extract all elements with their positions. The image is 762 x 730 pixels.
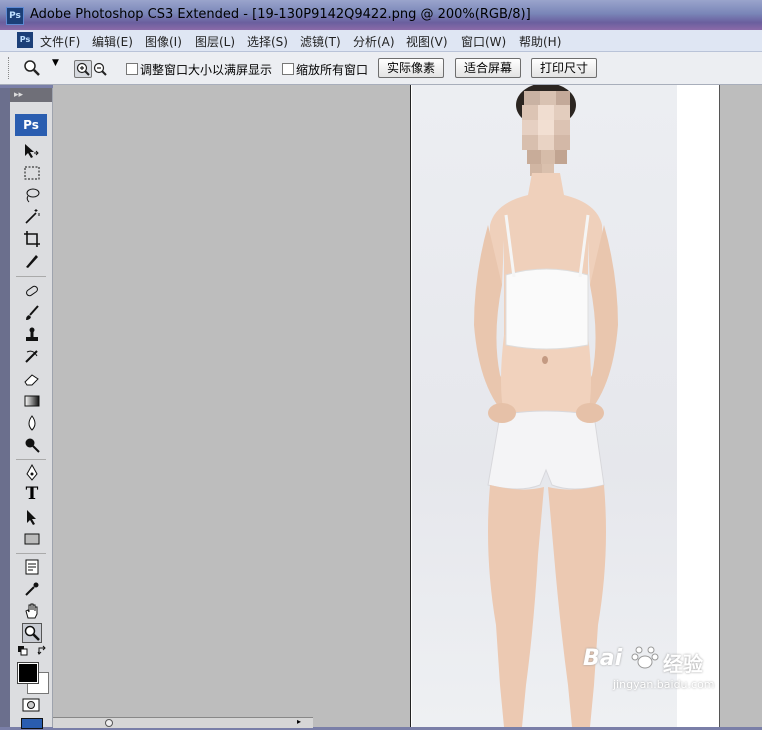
path-selection-tool-icon[interactable] [23, 508, 41, 526]
dodge-tool-icon[interactable] [23, 436, 41, 454]
history-brush-tool-icon[interactable] [23, 348, 41, 366]
menu-layer[interactable]: 图层(L) [195, 33, 235, 50]
document-canvas[interactable] [410, 83, 720, 727]
document-workspace[interactable] [53, 83, 762, 727]
paw-logo-icon [631, 646, 659, 669]
baidu-jingyan-watermark: Bai 经验 jingyan.baidu.com [583, 640, 723, 691]
watermark-brand-cn: 经验 [663, 652, 703, 676]
clone-stamp-tool-icon[interactable] [23, 326, 41, 344]
swap-colors-icon[interactable] [37, 645, 48, 656]
menu-filter[interactable]: 滤镜(T) [300, 33, 341, 50]
canvas-image [412, 83, 677, 727]
hand-tool-icon[interactable] [23, 602, 41, 620]
toolbox-divider [16, 276, 46, 277]
title-bar: Ps Adobe Photoshop CS3 Extended - [19-13… [0, 0, 762, 30]
default-colors-icon[interactable] [18, 646, 28, 656]
menu-view[interactable]: 视图(V) [406, 33, 448, 50]
screen-mode-icon[interactable] [21, 718, 43, 729]
watermark-brand: Bai [583, 646, 623, 671]
menu-bar: Ps 文件(F) 编辑(E) 图像(I) 图层(L) 选择(S) 滤镜(T) 分… [0, 30, 762, 52]
document-menu-icon[interactable]: Ps [17, 32, 33, 48]
resize-windows-label: 调整窗口大小以满屏显示 [140, 63, 273, 77]
resize-windows-checkbox[interactable] [126, 63, 138, 75]
status-arrow-icon[interactable]: ▸ [297, 717, 301, 726]
menu-image[interactable]: 图像(I) [145, 33, 182, 50]
type-tool-icon[interactable]: T [23, 485, 41, 503]
photoshop-badge[interactable]: Ps [15, 114, 47, 136]
pixelated-face [522, 91, 570, 176]
toolbox-panel: ▸▸ Ps T [10, 88, 53, 729]
crop-tool-icon[interactable] [23, 230, 41, 248]
notes-tool-icon[interactable] [23, 558, 41, 576]
zoom-all-windows-label: 缩放所有窗口 [296, 63, 369, 77]
blur-tool-icon[interactable] [23, 414, 41, 432]
marquee-tool-icon[interactable] [23, 164, 41, 182]
window-title: Adobe Photoshop CS3 Extended - [19-130P9… [30, 7, 531, 22]
eraser-tool-icon[interactable] [23, 370, 41, 388]
zoom-all-windows-checkbox[interactable] [282, 63, 294, 75]
menu-select[interactable]: 选择(S) [247, 33, 288, 50]
photoshop-app-icon: Ps [6, 7, 24, 25]
gradient-tool-icon[interactable] [23, 392, 41, 410]
actual-pixels-button[interactable]: 实际像素 [378, 58, 445, 78]
eyedropper-tool-icon[interactable] [23, 580, 41, 598]
status-bar: ▸ [53, 717, 313, 728]
print-size-button[interactable]: 打印尺寸 [531, 58, 598, 78]
window-left-edge [0, 88, 10, 727]
body-photo-illustration [474, 83, 618, 727]
fit-screen-button[interactable]: 适合屏幕 [455, 58, 522, 78]
pen-tool-icon[interactable] [23, 464, 41, 482]
zoom-tool-preset-icon[interactable] [22, 58, 42, 78]
menu-window[interactable]: 窗口(W) [461, 33, 506, 50]
zoom-tool-icon[interactable] [22, 623, 42, 643]
status-menu-icon[interactable] [105, 719, 113, 727]
foreground-color-swatch[interactable] [17, 662, 39, 684]
menu-help[interactable]: 帮助(H) [519, 33, 561, 50]
move-tool-icon[interactable] [23, 142, 41, 160]
toolbox-divider [16, 553, 46, 554]
chevron-down-icon[interactable]: ▼ [52, 58, 59, 68]
options-bar-grip[interactable] [8, 57, 12, 79]
brush-tool-icon[interactable] [23, 304, 41, 322]
menu-analysis[interactable]: 分析(A) [353, 33, 395, 50]
toolbox-collapse-icon[interactable]: ▸▸ [10, 88, 52, 102]
menu-file[interactable]: 文件(F) [40, 33, 80, 50]
zoom-out-icon[interactable] [91, 60, 109, 78]
magic-wand-tool-icon[interactable] [23, 208, 41, 226]
zoom-in-icon[interactable] [74, 60, 92, 78]
menu-edit[interactable]: 编辑(E) [92, 33, 133, 50]
toolbox-divider [16, 459, 46, 460]
rectangle-tool-icon[interactable] [23, 530, 41, 548]
lasso-tool-icon[interactable] [23, 186, 41, 204]
slice-tool-icon[interactable] [23, 252, 41, 270]
options-bar: ▼ 调整窗口大小以满屏显示 缩放所有窗口 实际像素 适合屏幕 打印尺寸 [0, 52, 762, 85]
watermark-url: jingyan.baidu.com [613, 678, 715, 691]
healing-brush-tool-icon[interactable] [23, 282, 41, 300]
quick-mask-icon[interactable] [22, 698, 40, 712]
